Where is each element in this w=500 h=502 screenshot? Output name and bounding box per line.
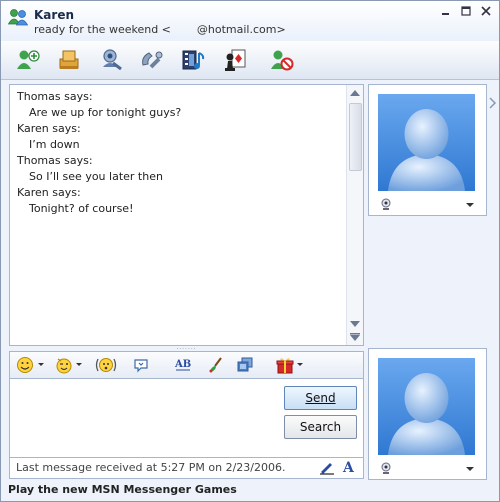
display-picture-menu-icon[interactable] — [466, 203, 474, 207]
display-picture-menu-icon[interactable] — [466, 467, 474, 471]
send-button[interactable]: Send — [284, 386, 357, 410]
games-promo-link[interactable]: Play the new MSN Messenger Games — [8, 483, 237, 496]
history-message: Are we up for tonight guys? — [29, 106, 182, 119]
send-picture-icon[interactable] — [236, 356, 254, 377]
invite-contact-icon[interactable] — [15, 47, 41, 73]
contact-status-message: ready for the weekend < @hotmail.com> — [34, 23, 286, 36]
start-video-call-icon[interactable] — [99, 47, 125, 73]
history-scrollbar[interactable] — [346, 85, 363, 345]
history-message: So I’ll see you later then — [29, 170, 163, 183]
history-message: Tonight? of course! — [29, 202, 134, 215]
history-sender: Thomas says: — [17, 154, 93, 167]
background-icon[interactable] — [207, 356, 225, 377]
history-sender: Karen says: — [17, 122, 81, 135]
games-icon[interactable] — [223, 47, 249, 73]
search-button[interactable]: Search — [284, 415, 357, 439]
activities-icon[interactable] — [181, 47, 207, 73]
svg-text:AB: AB — [174, 359, 191, 370]
font-icon[interactable]: AB — [174, 356, 192, 377]
contact-name: Karen — [34, 8, 74, 22]
send-files-icon[interactable] — [57, 47, 83, 73]
wink-icon[interactable] — [55, 356, 73, 377]
webcam-icon[interactable] — [380, 462, 392, 477]
minimize-icon — [442, 13, 449, 15]
emoticon-dropdown-icon[interactable] — [38, 363, 44, 366]
scroll-down-arrow-icon[interactable] — [350, 321, 360, 327]
conversation-history[interactable]: Thomas says: Are we up for tonight guys? K… — [9, 84, 364, 346]
voice-clip-icon[interactable] — [132, 356, 150, 377]
footer: Play the new MSN Messenger Games — [1, 479, 499, 501]
block-icon[interactable] — [269, 47, 295, 73]
contact-display-picture[interactable] — [368, 84, 487, 216]
webcam-icon[interactable] — [380, 198, 392, 213]
title-bar: Karen ready for the weekend < @hotmail.co… — [1, 1, 499, 41]
format-toolbar: AB — [9, 351, 364, 378]
gift-icon[interactable] — [276, 356, 294, 377]
history-sender: Thomas says: — [17, 90, 93, 103]
gift-dropdown-icon[interactable] — [297, 363, 303, 366]
maximize-button[interactable] — [459, 5, 473, 17]
maximize-icon — [461, 6, 471, 16]
contacts-icon — [7, 8, 29, 29]
last-message-status: Last message received at 5:27 PM on 2/23… — [16, 461, 286, 474]
scroll-up-arrow-icon[interactable] — [350, 90, 360, 96]
main-toolbar — [1, 41, 499, 80]
font-style-icon[interactable]: A — [343, 460, 354, 476]
my-avatar — [378, 358, 475, 455]
status-bar: Last message received at 5:27 PM on 2/23… — [9, 457, 364, 479]
history-sender: Karen says: — [17, 186, 81, 199]
minimize-button[interactable] — [439, 5, 453, 17]
history-text: Thomas says: Are we up for tonight guys? K… — [17, 89, 181, 217]
pane-splitter[interactable]: ....... — [9, 344, 364, 351]
handwriting-icon[interactable] — [319, 461, 335, 478]
expand-pane-icon[interactable] — [488, 97, 498, 109]
conversation-window: Karen ready for the weekend < @hotmail.co… — [0, 0, 500, 502]
close-icon — [481, 6, 491, 16]
nudge-icon[interactable] — [95, 356, 117, 377]
my-display-picture[interactable] — [368, 348, 487, 480]
emoticon-icon[interactable] — [16, 356, 34, 377]
start-voice-call-icon[interactable] — [139, 47, 165, 73]
scroll-end-icon[interactable] — [350, 333, 360, 342]
close-button[interactable] — [479, 5, 493, 17]
history-message: I’m down — [29, 138, 80, 151]
wink-dropdown-icon[interactable] — [76, 363, 82, 366]
scroll-thumb[interactable] — [349, 103, 362, 171]
contact-avatar — [378, 94, 475, 191]
